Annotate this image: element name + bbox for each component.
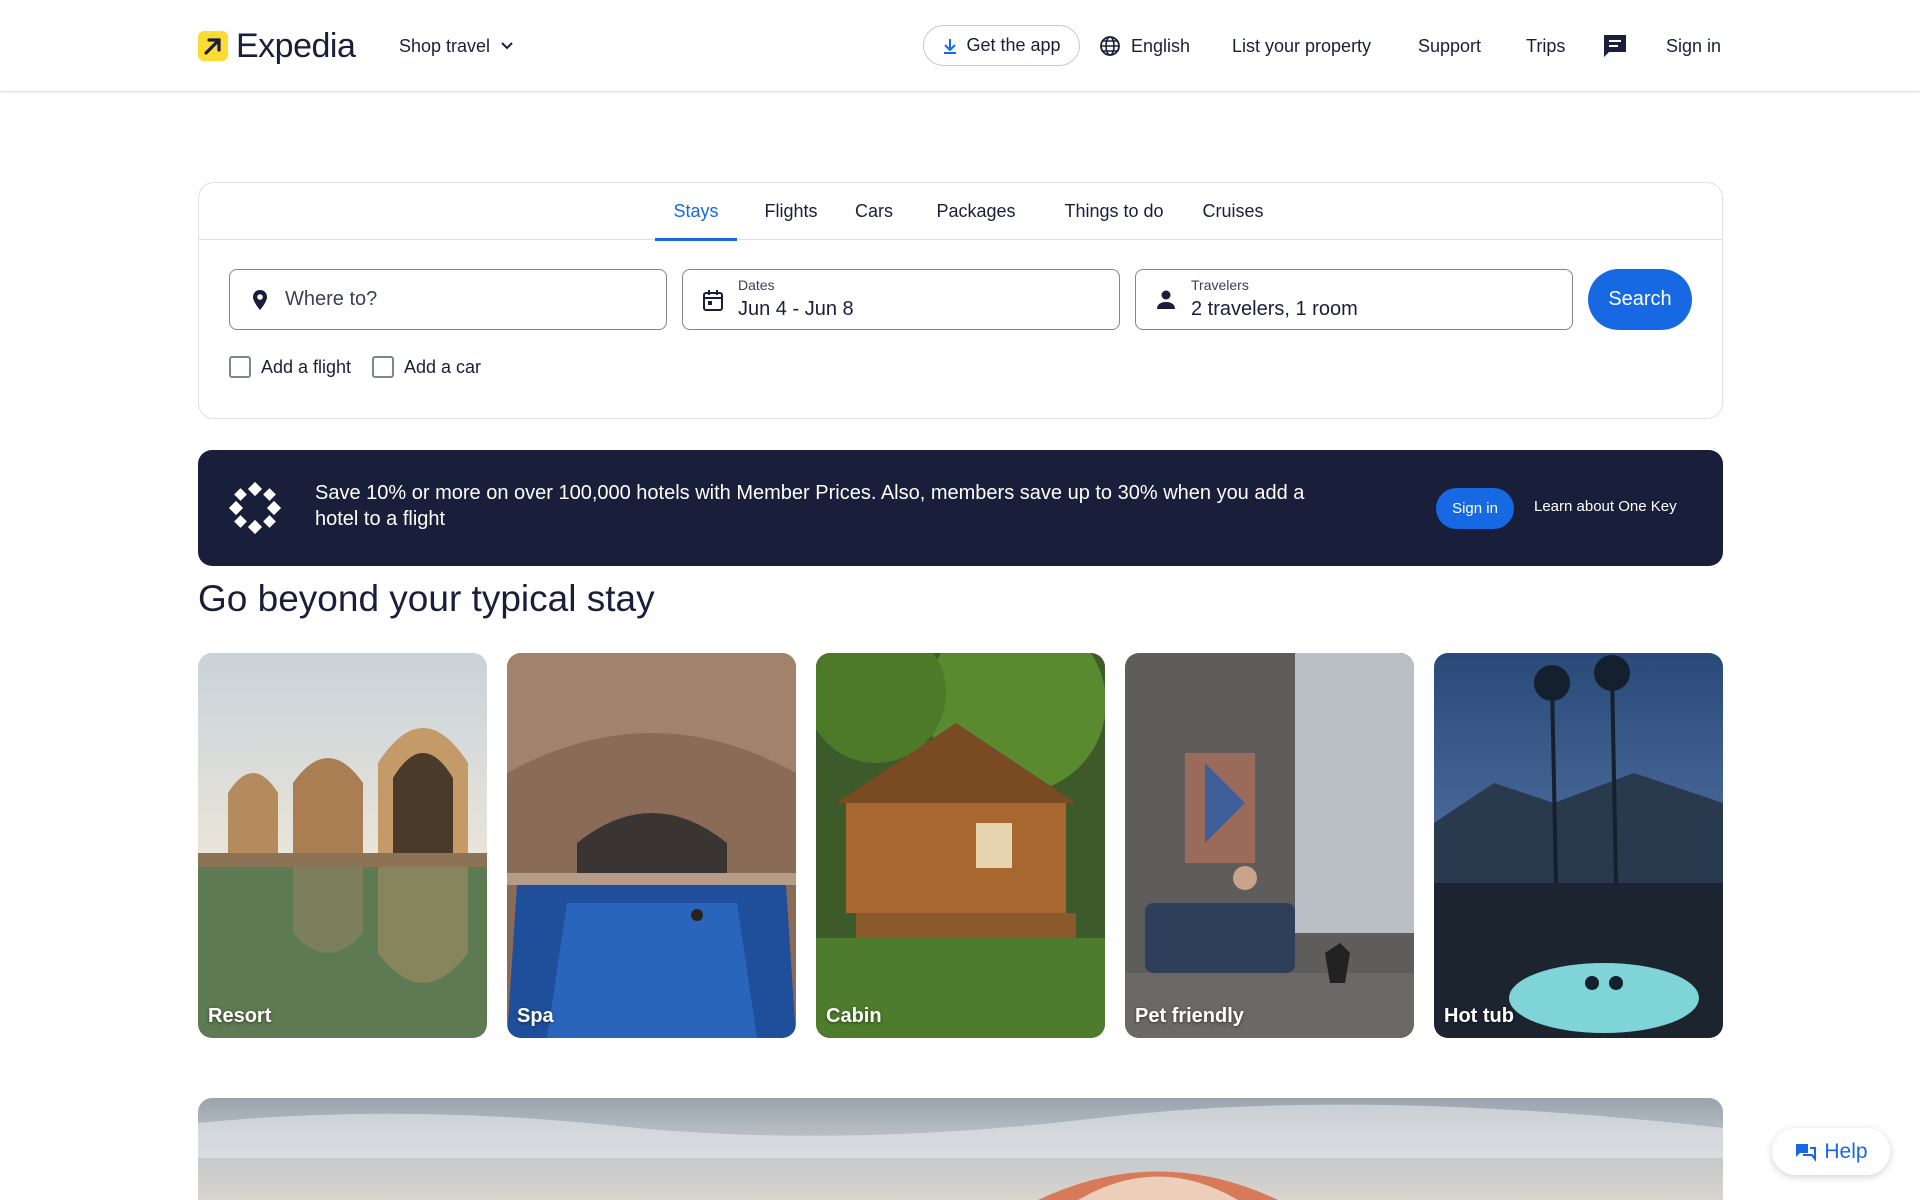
messages-button[interactable]: [1601, 30, 1629, 62]
tab-things-to-do[interactable]: Things to do: [1049, 183, 1179, 240]
card-spa[interactable]: Spa: [507, 653, 796, 1038]
destination-field[interactable]: Where to?: [229, 269, 667, 330]
list-property-label: List your property: [1232, 35, 1372, 56]
one-key-icon: [228, 481, 282, 535]
sign-in-link[interactable]: Sign in: [1666, 30, 1721, 62]
tab-flights[interactable]: Flights: [755, 183, 827, 240]
location-pin-icon: [253, 290, 267, 310]
dates-field[interactable]: Dates Jun 4 - Jun 8: [682, 269, 1120, 330]
tab-packages[interactable]: Packages: [921, 183, 1031, 240]
language-label: English: [1131, 35, 1191, 56]
card-resort[interactable]: Resort: [198, 653, 487, 1038]
support-label: Support: [1418, 35, 1482, 56]
search-tabs: Stays Flights Cars Packages Things to do…: [199, 183, 1722, 241]
spa-image: [507, 653, 796, 1038]
sign-in-label: Sign in: [1666, 35, 1722, 56]
card-label: Pet friendly: [1135, 1005, 1244, 1027]
person-icon: [1157, 290, 1175, 309]
logo-text: Expedia: [236, 26, 356, 65]
add-flight-checkbox[interactable]: Add a flight: [229, 355, 351, 379]
help-button[interactable]: Help: [1772, 1128, 1890, 1175]
tab-cars[interactable]: Cars: [845, 183, 903, 240]
travelers-label: Travelers: [1191, 277, 1249, 293]
download-icon: [944, 38, 957, 54]
destination-placeholder: Where to?: [285, 288, 378, 310]
logo-arrow-icon: [198, 31, 228, 61]
tab-cruises[interactable]: Cruises: [1195, 183, 1271, 240]
banner-sign-in-button[interactable]: Sign in: [1436, 488, 1514, 529]
chat-icon: [1604, 35, 1626, 57]
search-card: Stays Flights Cars Packages Things to do…: [198, 182, 1723, 419]
add-car-label: Add a car: [404, 356, 482, 377]
trips-link[interactable]: Trips: [1526, 30, 1565, 62]
checkbox-box: [372, 356, 394, 378]
learn-one-key-link[interactable]: Learn about One Key: [1534, 498, 1677, 515]
add-car-checkbox[interactable]: Add a car: [372, 355, 481, 379]
banner-text: Save 10% or more on over 100,000 hotels …: [315, 482, 1305, 530]
language-selector[interactable]: English: [1099, 30, 1190, 62]
expedia-logo[interactable]: Expedia: [198, 26, 356, 65]
calendar-icon: [703, 290, 723, 311]
trips-label: Trips: [1526, 35, 1566, 56]
card-cabin[interactable]: Cabin: [816, 653, 1105, 1038]
help-label: Help: [1824, 1139, 1868, 1163]
add-flight-label: Add a flight: [261, 356, 352, 377]
travelers-value: 2 travelers, 1 room: [1191, 298, 1358, 320]
pet-friendly-image: [1125, 653, 1414, 1038]
card-label: Resort: [208, 1005, 272, 1027]
shop-travel-label: Shop travel: [399, 35, 491, 56]
dates-value: Jun 4 - Jun 8: [738, 298, 854, 320]
get-app-button[interactable]: Get the app: [923, 25, 1080, 66]
support-link[interactable]: Support: [1418, 30, 1481, 62]
dates-label: Dates: [738, 277, 775, 293]
search-button[interactable]: Search: [1588, 269, 1692, 330]
beach-hero-image: [198, 1098, 1723, 1200]
travelers-field[interactable]: Travelers 2 travelers, 1 room: [1135, 269, 1573, 330]
card-label: Spa: [517, 1005, 554, 1027]
checkbox-box: [229, 356, 251, 378]
tab-stays[interactable]: Stays: [655, 183, 737, 241]
card-label: Cabin: [826, 1005, 882, 1027]
globe-icon: [1100, 36, 1120, 56]
section-title: Go beyond your typical stay: [198, 578, 655, 619]
site-header: Expedia Shop travel Get the app English …: [0, 0, 1920, 92]
chevron-down-icon: [501, 42, 513, 50]
member-prices-banner: Save 10% or more on over 100,000 hotels …: [198, 450, 1723, 566]
list-property-link[interactable]: List your property: [1232, 30, 1371, 62]
card-pet-friendly[interactable]: Pet friendly: [1125, 653, 1414, 1038]
card-label: Hot tub: [1444, 1005, 1514, 1027]
resort-image: [198, 653, 487, 1038]
help-chat-icon: [1796, 1143, 1817, 1162]
cabin-image: [816, 653, 1105, 1038]
card-hot-tub[interactable]: Hot tub: [1434, 653, 1723, 1038]
get-app-label: Get the app: [966, 35, 1061, 55]
hot-tub-image: [1434, 653, 1723, 1038]
beach-umbrella-image: [198, 1104, 1723, 1200]
shop-travel-menu[interactable]: Shop travel: [399, 30, 514, 62]
